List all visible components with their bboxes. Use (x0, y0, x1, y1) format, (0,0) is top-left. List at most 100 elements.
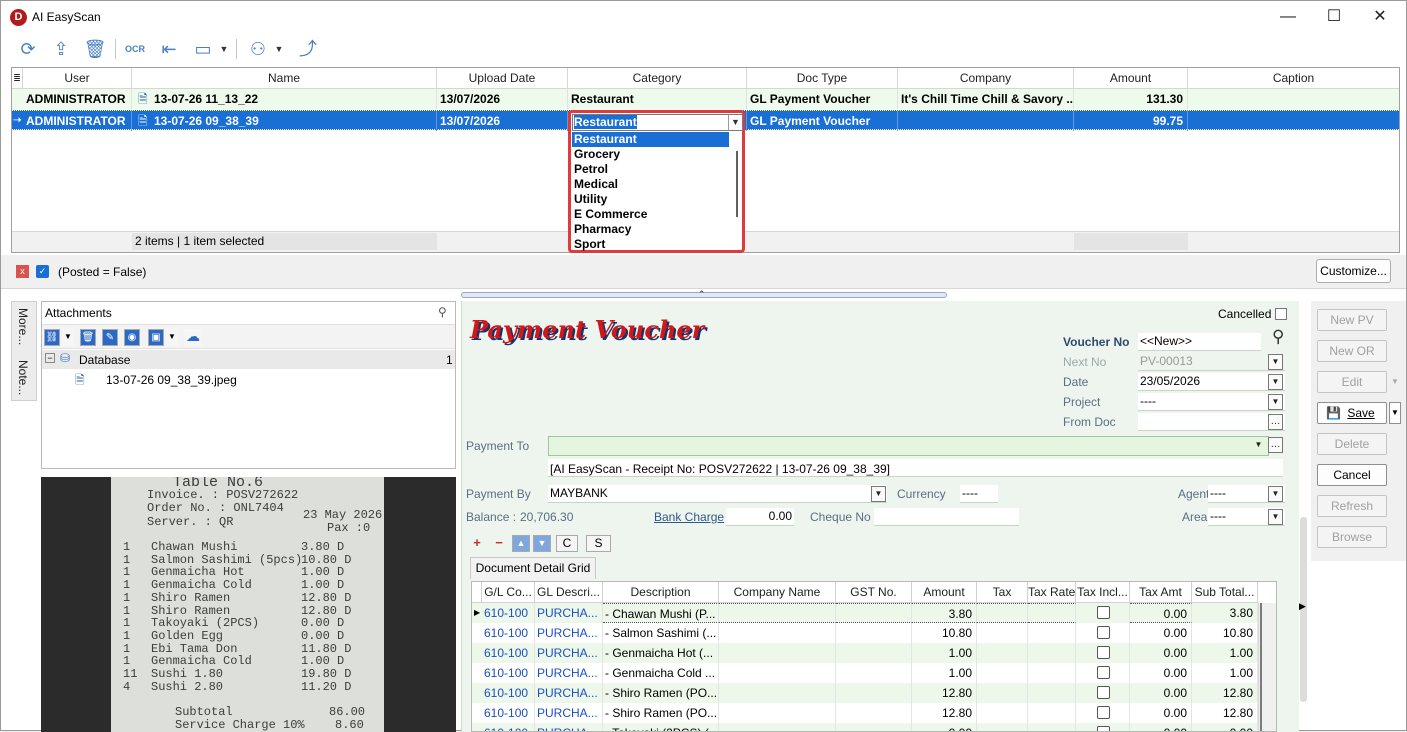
detail-cell-tax-inclusive[interactable] (1076, 623, 1130, 643)
save-dropdown-icon[interactable]: ▼ (1389, 402, 1401, 424)
move-up-icon[interactable]: ▲ (512, 535, 530, 552)
layout-icon[interactable]: ▭ (190, 37, 216, 61)
browse-button[interactable]: Browse (1317, 526, 1387, 548)
close-button[interactable]: ✕ (1357, 1, 1403, 32)
layout-dropdown-icon[interactable]: ▼ (217, 37, 231, 61)
bank-charge-link[interactable]: Bank Charge (654, 510, 724, 524)
pin-icon[interactable]: ⚲ (438, 305, 447, 319)
payment-by-field[interactable]: MAYBANK (548, 485, 887, 503)
payment-to-field[interactable] (548, 436, 1269, 456)
column-header-amount[interactable]: Amount (1074, 68, 1188, 89)
area-dropdown-icon[interactable]: ▼ (1268, 509, 1283, 525)
detail-cell-gl-code[interactable]: 610-100 (482, 603, 535, 623)
grid-menu-icon[interactable]: ≣ (12, 68, 23, 89)
detail-header-tax-rate[interactable]: Tax Rate (1028, 582, 1076, 603)
link-dropdown-icon[interactable]: ▼ (62, 329, 74, 346)
detail-cell-gl-description[interactable]: PURCHA... (535, 643, 603, 663)
detail-row[interactable]: 610-100 PURCHA... - Shiro Ramen (PO... 12.8… (472, 703, 1258, 723)
tax-inclusive-checkbox[interactable] (1097, 606, 1110, 619)
tax-inclusive-checkbox[interactable] (1097, 726, 1110, 731)
chevron-up-icon[interactable]: ⌃ (698, 289, 706, 300)
minimize-button[interactable]: — (1265, 1, 1311, 32)
collapse-icon[interactable]: − (45, 353, 55, 363)
tax-inclusive-checkbox[interactable] (1097, 626, 1110, 639)
expand-right-icon[interactable]: ▶ (1299, 601, 1306, 612)
trash-icon[interactable]: 🗑 (82, 37, 108, 61)
description-field[interactable]: [AI EasyScan - Receipt No: POSV272622 | … (548, 459, 1283, 477)
payment-by-dropdown-icon[interactable]: ▼ (871, 486, 886, 502)
detail-cell-tax-inclusive[interactable] (1076, 703, 1130, 723)
detail-row[interactable]: 610-100 PURCHA... - Salmon Sashimi (... 10.… (472, 623, 1258, 643)
move-down-icon[interactable]: ▼ (533, 535, 551, 552)
upload-icon[interactable]: ⇪ (48, 37, 74, 61)
detail-cell-gl-description[interactable]: PURCHA... (535, 663, 603, 683)
column-header-name[interactable]: Name (132, 68, 437, 89)
currency-field[interactable]: ---- (960, 485, 998, 503)
edit-icon[interactable]: ✎ (102, 329, 118, 346)
user-dropdown-icon[interactable]: ▼ (272, 37, 286, 61)
refresh-icon[interactable]: ⟳ (15, 37, 41, 61)
detail-cell-gl-code[interactable]: 610-100 (482, 663, 535, 683)
tab-more[interactable]: More... (16, 308, 30, 345)
detail-cell-gl-code[interactable]: 610-100 (482, 623, 535, 643)
save-button[interactable]: 💾 Save (1317, 402, 1387, 424)
category-dropdown[interactable]: Restaurant ▼ Restaurant Grocery Petrol M… (568, 110, 745, 253)
detail-cell-gl-description[interactable]: PURCHA... (535, 703, 603, 723)
detail-cell-gl-description[interactable]: PURCHA... (535, 623, 603, 643)
detail-cell-tax-inclusive[interactable] (1076, 683, 1130, 703)
chevron-down-icon[interactable]: ▼ (728, 115, 742, 130)
dropdown-scrollbar[interactable] (736, 151, 738, 217)
detail-header-company-name[interactable]: Company Name (719, 582, 836, 603)
tab-document-detail-grid[interactable]: Document Detail Grid (470, 557, 596, 579)
from-doc-browse-icon[interactable]: … (1268, 414, 1283, 430)
detail-header-gst-no[interactable]: GST No. (836, 582, 912, 603)
detail-cell-gl-code[interactable]: 610-100 (482, 703, 535, 723)
tree-root-row[interactable]: − ⛁ Database 1 (42, 350, 455, 369)
search-icon[interactable]: ⚲ (1272, 327, 1284, 347)
category-option-sport[interactable]: Sport (572, 237, 729, 252)
edit-dropdown-icon[interactable]: ▼ (1389, 372, 1401, 392)
detail-cell-gl-code[interactable]: 610-100 (482, 683, 535, 703)
detail-row[interactable]: 610-100 PURCHA... - Shiro Ramen (PO... 12.8… (472, 683, 1258, 703)
s-button[interactable]: S (586, 535, 611, 552)
delete-attachment-icon[interactable]: 🗑 (80, 329, 96, 346)
detail-header-gl-description[interactable]: GL Descri... (535, 582, 603, 603)
detail-header-sub-total[interactable]: Sub Total... (1192, 582, 1258, 603)
detail-header-tax-inclusive[interactable]: Tax Incl... (1076, 582, 1130, 603)
tax-inclusive-checkbox[interactable] (1097, 686, 1110, 699)
category-option-petrol[interactable]: Petrol (572, 162, 729, 177)
c-button[interactable]: C (556, 535, 578, 552)
column-header-caption[interactable]: Caption (1188, 68, 1399, 89)
column-header-doc-type[interactable]: Doc Type (747, 68, 898, 89)
share-icon[interactable]: ⤴ (295, 37, 321, 61)
detail-header-description[interactable]: Description (603, 582, 719, 603)
column-header-upload-date[interactable]: Upload Date (437, 68, 568, 89)
detail-row[interactable]: 610-100 PURCHA... - Genmaicha Hot (... 1.00… (472, 643, 1258, 663)
detail-cell-tax-inclusive[interactable] (1076, 603, 1130, 623)
table-row[interactable]: ADMINISTRATOR 🗎 13-07-26 11_13_22 13/07/2… (12, 89, 1399, 109)
detail-grid-scrollbar[interactable] (1258, 603, 1276, 731)
import-icon[interactable]: ⇤ (156, 37, 182, 61)
detail-cell-gl-description[interactable]: PURCHA... (535, 603, 603, 623)
remove-row-icon[interactable]: − (490, 535, 508, 552)
payment-to-dropdown-icon[interactable]: ▼ (1251, 438, 1266, 454)
project-dropdown-icon[interactable]: ▼ (1268, 394, 1283, 410)
delete-button[interactable]: Delete (1317, 433, 1387, 455)
detail-cell-tax-inclusive[interactable] (1076, 663, 1130, 683)
voucher-no-field[interactable]: <<New>> (1138, 333, 1261, 351)
detail-header-tax[interactable]: Tax (977, 582, 1028, 603)
customize-button[interactable]: Customize... (1316, 259, 1391, 283)
column-header-category[interactable]: Category (568, 68, 747, 89)
category-option-e-commerce[interactable]: E Commerce (572, 207, 729, 222)
user-icon[interactable]: ⚇ (245, 37, 271, 61)
cancel-button[interactable]: Cancel (1317, 464, 1387, 486)
filter-text[interactable]: (Posted = False) (58, 265, 146, 279)
payment-to-browse-icon[interactable]: … (1268, 437, 1283, 453)
tab-note[interactable]: Note... (16, 360, 30, 395)
cancelled-checkbox[interactable] (1275, 308, 1287, 320)
cheque-no-field[interactable] (874, 508, 1019, 526)
tax-inclusive-checkbox[interactable] (1097, 646, 1110, 659)
detail-header-amount[interactable]: Amount (912, 582, 977, 603)
tax-inclusive-checkbox[interactable] (1097, 666, 1110, 679)
column-header-user[interactable]: User (23, 68, 132, 89)
